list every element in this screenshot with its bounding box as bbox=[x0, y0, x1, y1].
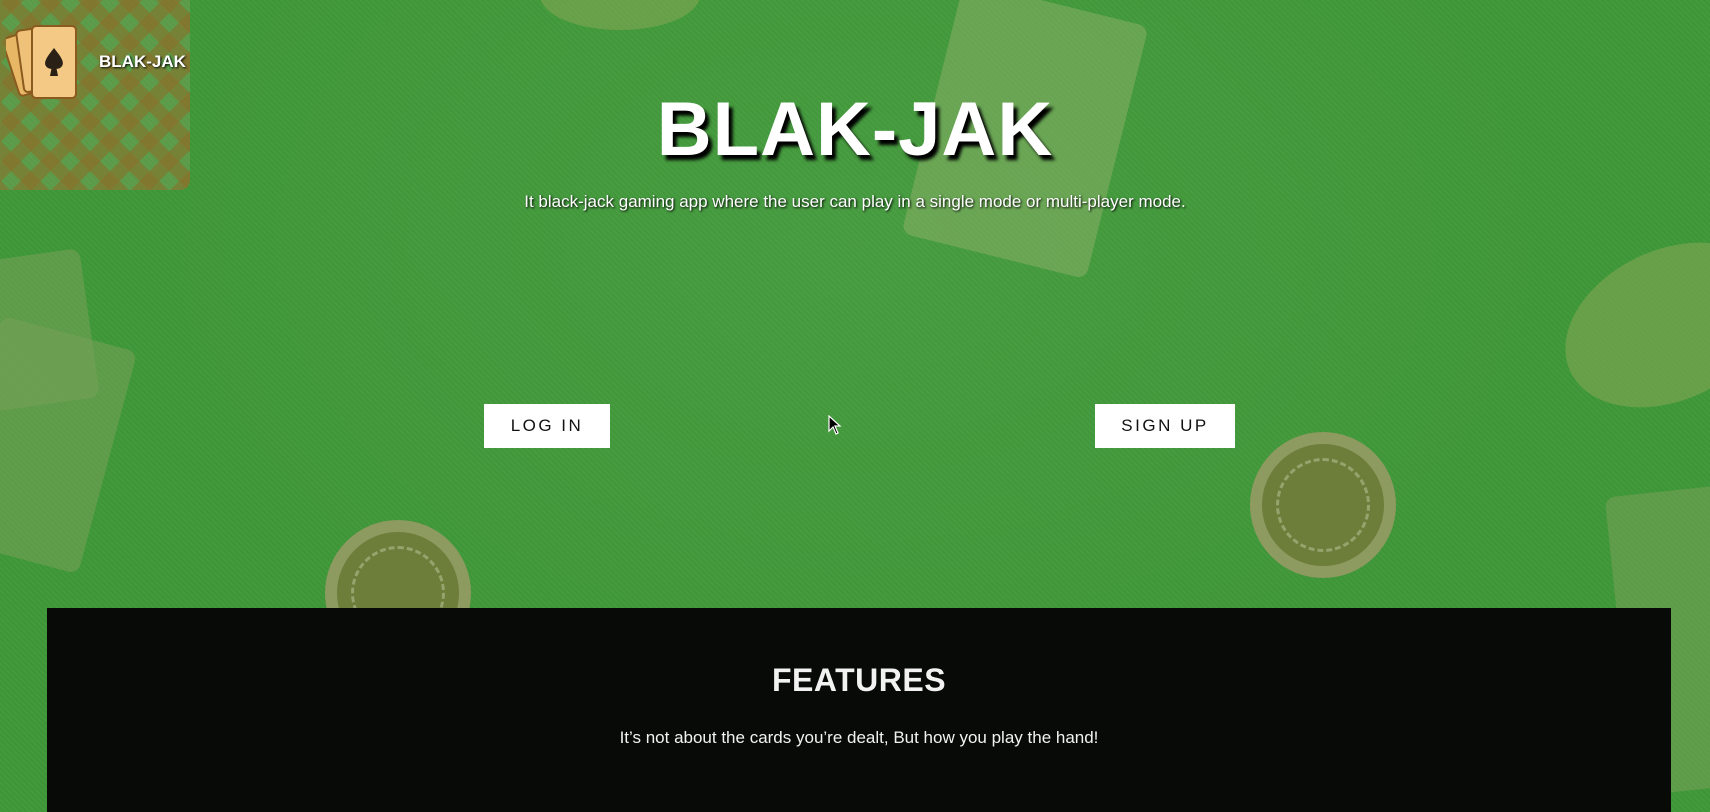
page-subtitle: It black-jack gaming app where the user … bbox=[524, 192, 1186, 211]
mouse-cursor-icon bbox=[828, 415, 842, 435]
signup-button[interactable]: SIGN UP bbox=[1095, 404, 1235, 448]
page-title: BLAK-JAK bbox=[656, 87, 1054, 172]
features-title: FEATURES bbox=[771, 662, 947, 698]
background-poker-chip bbox=[1250, 432, 1396, 578]
landing-page: BLAK-JAK BLAK-JAK It black-jack gaming a… bbox=[0, 0, 1710, 812]
features-tagline: It’s not about the cards you’re dealt, B… bbox=[619, 728, 1099, 747]
brand-name[interactable]: BLAK-JAK bbox=[99, 52, 186, 72]
features-section: FEATURES It’s not about the cards you’re… bbox=[47, 608, 1671, 812]
login-button[interactable]: LOG IN bbox=[484, 404, 610, 448]
